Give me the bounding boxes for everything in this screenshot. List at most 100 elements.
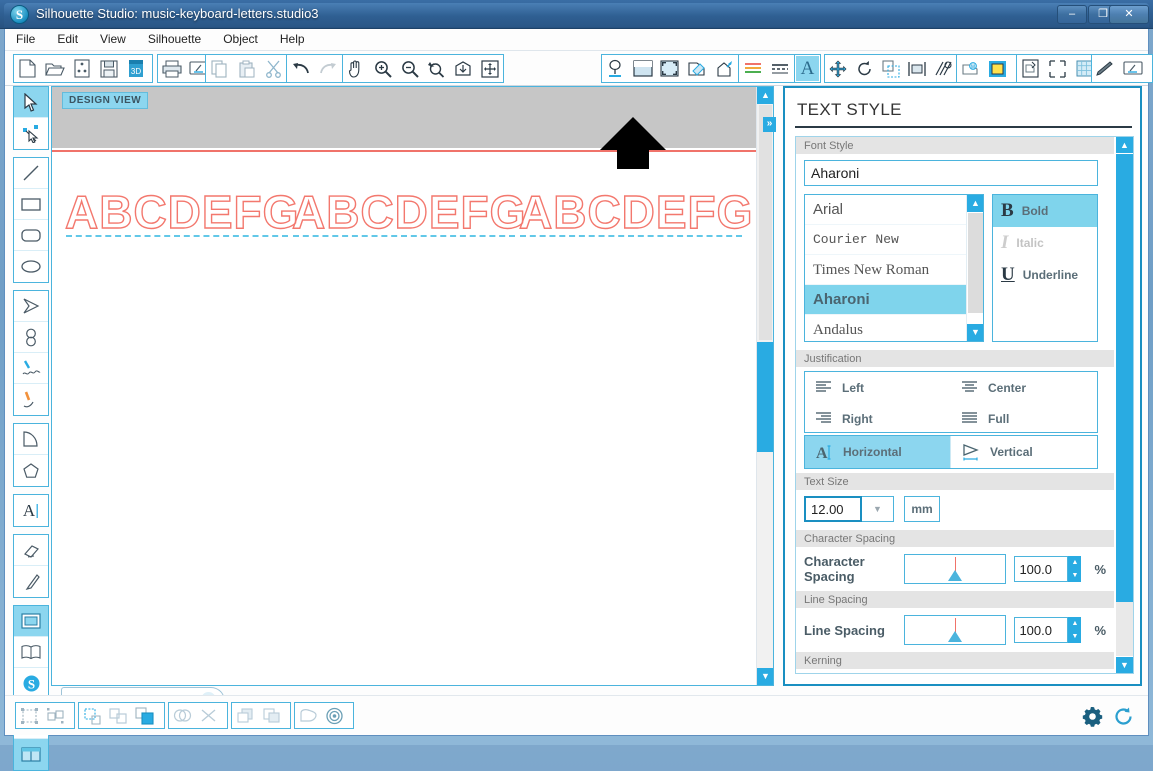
offset-icon[interactable] — [1018, 56, 1043, 81]
ellipse-tool-icon[interactable] — [14, 251, 48, 282]
pan-hand-icon[interactable] — [344, 56, 369, 81]
list-item[interactable]: Arial — [805, 195, 983, 225]
draw-smooth-icon[interactable] — [14, 384, 48, 415]
copy-icon[interactable] — [207, 56, 232, 81]
save-as-studio3-icon[interactable]: 3D — [123, 56, 148, 81]
printer-icon[interactable] — [159, 56, 184, 81]
pixscan-icon[interactable] — [711, 56, 736, 81]
knife-tool-icon[interactable] — [14, 566, 48, 597]
slider-knob[interactable] — [948, 631, 963, 642]
menu-silhouette[interactable]: Silhouette — [137, 29, 212, 51]
move-icon[interactable] — [826, 56, 850, 81]
sketch-pen-icon[interactable] — [1093, 56, 1118, 81]
group-icon[interactable] — [16, 704, 42, 728]
undo-arrow-icon[interactable] — [288, 56, 313, 81]
release-compound-path-icon[interactable] — [105, 704, 131, 728]
paste-icon[interactable] — [234, 56, 259, 81]
fill-pattern-icon[interactable] — [985, 56, 1010, 81]
rounded-rectangle-tool-icon[interactable] — [14, 220, 48, 251]
justify-right-button[interactable]: Right — [805, 403, 951, 434]
sync-refresh-icon[interactable] — [1113, 706, 1134, 727]
text-style-icon[interactable]: A — [796, 56, 819, 81]
curve-shape-tool-icon[interactable] — [14, 322, 48, 353]
justify-full-button[interactable]: Full — [951, 403, 1097, 434]
trace-icon[interactable] — [684, 56, 709, 81]
registration-marks-icon[interactable] — [657, 56, 682, 81]
send-to-back-icon[interactable] — [258, 704, 284, 728]
polygon-tool-icon[interactable] — [14, 291, 48, 322]
split-pane-icon[interactable] — [14, 739, 48, 770]
edit-points-icon[interactable] — [14, 118, 48, 149]
italic-toggle[interactable]: I Italic — [993, 227, 1097, 259]
spinner-arrows-icon[interactable]: ▲ ▼ — [1068, 556, 1082, 582]
zoom-out-icon[interactable] — [397, 56, 422, 81]
zoom-selection-icon[interactable] — [424, 56, 449, 81]
bold-toggle[interactable]: B Bold — [993, 195, 1097, 227]
new-document-icon[interactable] — [15, 56, 40, 81]
scroll-up-icon[interactable]: ▲ — [1116, 137, 1133, 153]
nesting-icon[interactable] — [1045, 56, 1070, 81]
text-object[interactable]: ABCDEFG — [518, 185, 753, 239]
make-compound-path-icon[interactable] — [79, 704, 105, 728]
text-tool-icon[interactable]: A | — [14, 495, 48, 526]
zoom-in-icon[interactable] — [371, 56, 396, 81]
orientation-vertical-button[interactable]: Vertical — [951, 436, 1097, 468]
character-spacing-slider[interactable] — [903, 554, 1007, 584]
ungroup-icon[interactable] — [42, 704, 68, 728]
scrollbar-thumb[interactable] — [757, 342, 773, 452]
spinner-arrows-icon[interactable]: ▲ ▼ — [1068, 617, 1082, 643]
orientation-horizontal-button[interactable]: A Horizontal — [805, 436, 951, 468]
text-size-unit-label[interactable]: mm — [904, 496, 940, 522]
save-icon[interactable] — [96, 56, 121, 81]
send-backward-icon[interactable] — [232, 704, 258, 728]
scroll-up-icon[interactable]: ▲ — [757, 87, 773, 104]
list-item[interactable]: Times New Roman — [805, 255, 983, 285]
line-style-icon[interactable] — [767, 56, 792, 81]
draw-freehand-icon[interactable] — [14, 353, 48, 384]
scroll-down-icon[interactable]: ▼ — [967, 324, 983, 341]
scroll-down-icon[interactable]: ▼ — [757, 668, 773, 685]
design-canvas[interactable]: DESIGN VIEW ABCDEFG ABCDEFG ABCDEFG ▲ ▼ — [51, 86, 774, 686]
justify-left-button[interactable]: Left — [805, 372, 951, 403]
replicate-icon[interactable] — [932, 56, 956, 81]
list-item[interactable]: Andalus — [805, 315, 983, 341]
rectangle-tool-icon[interactable] — [14, 189, 48, 220]
rotate-icon[interactable] — [852, 56, 876, 81]
select-arrow-icon[interactable] — [14, 87, 48, 118]
scrollbar-thumb[interactable] — [1116, 154, 1133, 602]
design-page-icon[interactable] — [14, 606, 48, 637]
menu-object[interactable]: Object — [212, 29, 269, 51]
cut-scissors-icon[interactable] — [261, 56, 286, 81]
expand-panel-button[interactable]: » — [763, 117, 776, 132]
detach-lines-icon[interactable] — [195, 704, 221, 728]
justify-center-button[interactable]: Center — [951, 372, 1097, 403]
text-object[interactable]: ABCDEFG — [64, 185, 299, 239]
close-button[interactable]: ✕ — [1109, 5, 1149, 24]
fit-to-window-icon[interactable] — [477, 56, 502, 81]
line-tool-icon[interactable] — [14, 158, 48, 189]
canvas-vertical-scrollbar[interactable]: ▲ ▼ — [756, 87, 773, 685]
fit-to-page-icon[interactable] — [451, 56, 476, 81]
scrollbar-track[interactable] — [1116, 602, 1133, 656]
eraser-tool-icon[interactable] — [14, 535, 48, 566]
slider-knob[interactable] — [948, 570, 963, 581]
design-view-badge[interactable]: DESIGN VIEW — [62, 92, 149, 109]
fill-color-icon[interactable]: M — [958, 56, 983, 81]
canvas-page[interactable]: ABCDEFG ABCDEFG ABCDEFG — [52, 152, 758, 685]
line-spacing-slider[interactable] — [903, 615, 1007, 645]
list-item[interactable]: Courier New — [805, 225, 983, 255]
list-item[interactable]: Aharoni — [805, 285, 983, 315]
page-setup-icon[interactable] — [630, 56, 655, 81]
line-spacing-input[interactable] — [1014, 617, 1069, 643]
bring-to-front-icon[interactable] — [131, 704, 157, 728]
panel-vertical-scrollbar[interactable]: ▲ ▼ — [1114, 137, 1133, 673]
menu-help[interactable]: Help — [269, 29, 316, 51]
pentagon-tool-icon[interactable] — [14, 455, 48, 486]
send-panel-icon[interactable] — [1120, 56, 1145, 81]
text-object[interactable]: ABCDEFG — [291, 185, 526, 239]
chevron-down-icon[interactable]: ▼ — [862, 496, 894, 522]
gear-settings-icon[interactable] — [1082, 706, 1103, 727]
open-from-library-icon[interactable] — [69, 56, 94, 81]
menu-view[interactable]: View — [89, 29, 137, 51]
menu-file[interactable]: File — [5, 29, 46, 51]
